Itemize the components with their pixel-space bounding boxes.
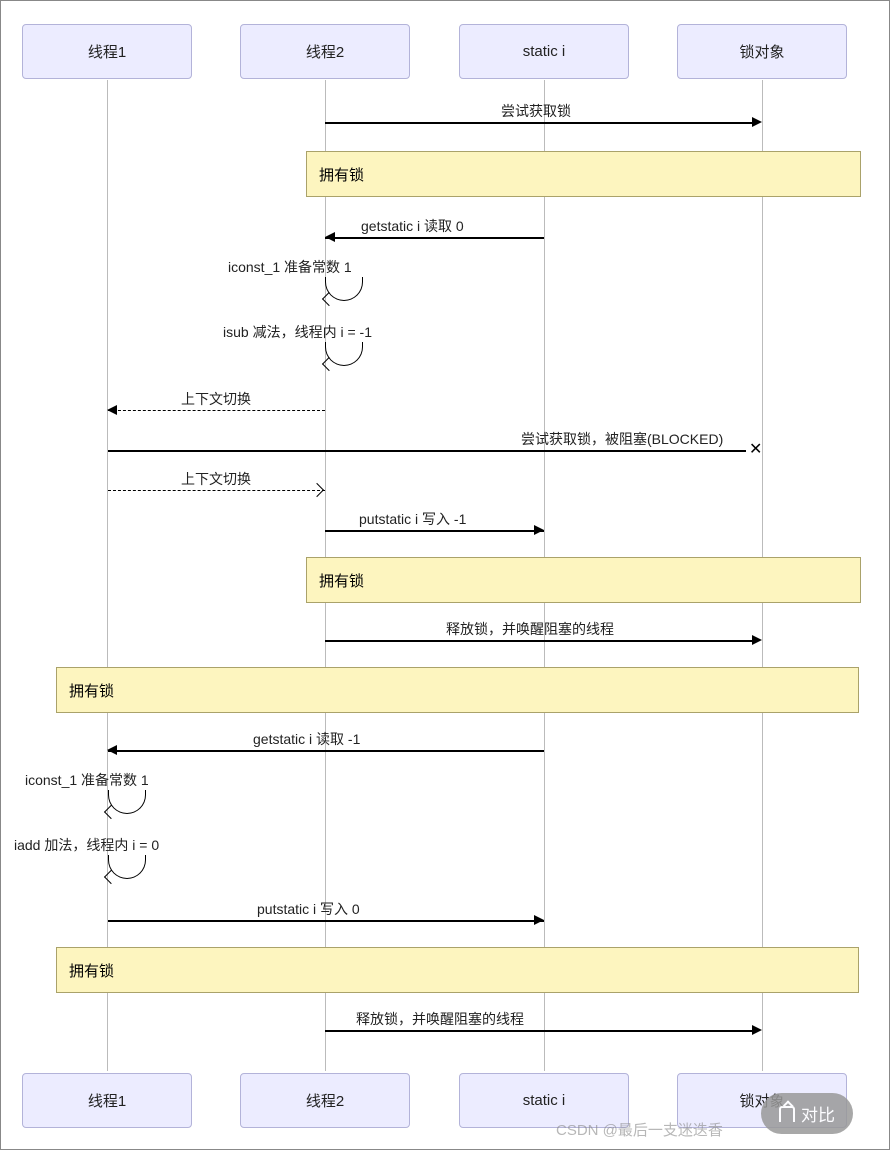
- arrow: [108, 450, 746, 452]
- arrow: [325, 640, 752, 642]
- arrow-dashed: [108, 490, 325, 491]
- watermark-text: CSDN @最后一支迷迭香: [556, 1119, 723, 1140]
- note-has-lock-1: 拥有锁: [306, 151, 861, 197]
- actor-label: static i: [523, 43, 566, 60]
- actor-lock-top: 锁对象: [677, 24, 847, 79]
- actor-label: 线程2: [306, 1090, 344, 1111]
- arrow-head: [752, 1025, 762, 1035]
- msg-putstatic-0: putstatic i 写入 0: [257, 899, 360, 919]
- msg-blocked: 尝试获取锁，被阻塞(BLOCKED): [521, 429, 723, 449]
- lifeline-thread1: [107, 80, 108, 1071]
- actor-label: 线程1: [88, 41, 126, 62]
- actor-label: 线程2: [306, 41, 344, 62]
- note-has-lock-3: 拥有锁: [56, 667, 859, 713]
- arrow-head: [325, 232, 335, 242]
- actor-label: static i: [523, 1092, 566, 1109]
- arrow: [108, 750, 544, 752]
- compare-button[interactable]: 对比: [761, 1093, 853, 1134]
- msg-context-switch-2: 上下文切换: [181, 469, 251, 489]
- arrow-head: [107, 405, 117, 415]
- actor-static-i-top: static i: [459, 24, 629, 79]
- msg-putstatic-neg1: putstatic i 写入 -1: [359, 509, 466, 529]
- msg-try-lock: 尝试获取锁: [501, 101, 571, 121]
- msg-isub: isub 减法，线程内 i = -1: [223, 322, 372, 342]
- msg-context-switch-1: 上下文切换: [181, 389, 251, 409]
- actor-thread2-bottom: 线程2: [240, 1073, 410, 1128]
- note-has-lock-4: 拥有锁: [56, 947, 859, 993]
- arrow: [325, 1030, 752, 1032]
- msg-release-1: 释放锁，并唤醒阻塞的线程: [446, 619, 614, 639]
- note-label: 拥有锁: [319, 570, 364, 591]
- arrow-head: [534, 915, 544, 925]
- arrow-head: [752, 635, 762, 645]
- upload-icon: [779, 1106, 795, 1122]
- arrow-head: [752, 117, 762, 127]
- note-label: 拥有锁: [319, 164, 364, 185]
- note-label: 拥有锁: [69, 680, 114, 701]
- actor-thread1-top: 线程1: [22, 24, 192, 79]
- arrow: [108, 920, 544, 922]
- msg-release-2: 释放锁，并唤醒阻塞的线程: [356, 1009, 524, 1029]
- arrow-head-open: [310, 483, 324, 497]
- arrow-head: [534, 525, 544, 535]
- msg-iconst: iconst_1 准备常数 1: [228, 257, 352, 277]
- arrow: [325, 122, 752, 124]
- msg-getstatic-0: getstatic i 读取 0: [361, 216, 464, 236]
- arrow: [325, 237, 544, 239]
- msg-iadd: iadd 加法，线程内 i = 0: [14, 835, 159, 855]
- actor-label: 锁对象: [739, 41, 784, 62]
- actor-thread2-top: 线程2: [240, 24, 410, 79]
- note-has-lock-2: 拥有锁: [306, 557, 861, 603]
- actor-label: 线程1: [88, 1090, 126, 1111]
- sequence-diagram: 线程1 线程2 static i 锁对象 尝试获取锁 拥有锁 getstatic…: [0, 0, 890, 1150]
- compare-label: 对比: [801, 1101, 835, 1126]
- note-label: 拥有锁: [69, 960, 114, 981]
- actor-thread1-bottom: 线程1: [22, 1073, 192, 1128]
- lost-marker: ✕: [749, 439, 762, 459]
- msg-getstatic-neg1: getstatic i 读取 -1: [253, 729, 360, 749]
- arrow: [325, 530, 544, 532]
- msg-iconst-2: iconst_1 准备常数 1: [25, 770, 149, 790]
- arrow-dashed: [108, 410, 325, 411]
- arrow-head: [107, 745, 117, 755]
